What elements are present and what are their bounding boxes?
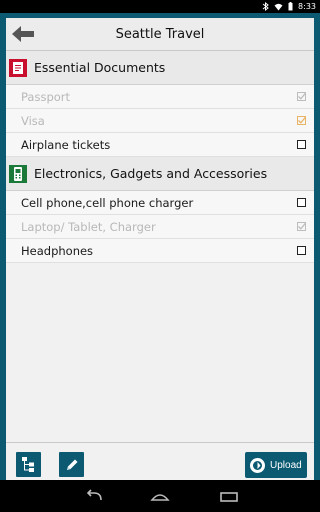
upload-button[interactable]: Upload [245, 452, 307, 478]
section-title: Electronics, Gadgets and Accessories [34, 166, 268, 181]
item-label: Laptop/ Tablet, Charger [21, 219, 156, 234]
header: Seattle Travel [6, 18, 314, 51]
bluetooth-icon [262, 2, 269, 11]
hierarchy-icon [22, 457, 34, 472]
item-label: Visa [21, 113, 45, 128]
status-bar: 8:33 [0, 0, 320, 13]
section-electronics[interactable]: Electronics, Gadgets and Accessories [6, 157, 314, 191]
document-icon [8, 58, 28, 78]
checkbox-unchecked[interactable] [297, 198, 306, 207]
checkbox-unchecked[interactable] [297, 246, 306, 255]
clock: 8:33 [298, 2, 316, 11]
list-item[interactable]: Headphones [6, 239, 314, 263]
pencil-icon [66, 459, 77, 470]
upload-logo-icon [250, 457, 265, 473]
edit-button[interactable] [59, 452, 84, 477]
checklist: Essential Documents Passport Visa Airpla… [6, 51, 314, 263]
item-label: Headphones [21, 243, 94, 258]
item-label: Airplane tickets [21, 137, 111, 152]
upload-label: Upload [270, 459, 302, 471]
home-nav-icon[interactable] [149, 488, 171, 504]
list-item[interactable]: Laptop/ Tablet, Charger [6, 215, 314, 239]
back-nav-icon[interactable] [83, 488, 105, 504]
section-essential-documents[interactable]: Essential Documents [6, 51, 314, 85]
app-window: Seattle Travel Essential Documents Passp… [6, 18, 314, 480]
navigation-bar [0, 480, 320, 512]
tree-view-button[interactable] [16, 452, 41, 477]
back-arrow-icon[interactable] [10, 23, 36, 45]
checkbox-checked[interactable] [297, 116, 306, 125]
item-label: Passport [21, 89, 71, 104]
list-item[interactable]: Visa [6, 109, 314, 133]
list-item[interactable]: Airplane tickets [6, 133, 314, 157]
section-title: Essential Documents [34, 60, 166, 75]
checkbox-unchecked[interactable] [297, 140, 306, 149]
phone-icon [8, 164, 28, 184]
bottom-toolbar: Upload [6, 442, 314, 480]
list-item[interactable]: Cell phone,cell phone charger [6, 191, 314, 215]
page-title: Seattle Travel [115, 27, 205, 42]
status-icons: 8:33 [262, 0, 316, 13]
checkbox-checked[interactable] [297, 222, 306, 231]
battery-icon [288, 2, 293, 11]
item-label: Cell phone,cell phone charger [21, 195, 194, 210]
list-item[interactable]: Passport [6, 85, 314, 109]
recents-nav-icon[interactable] [218, 488, 240, 504]
wifi-icon [274, 3, 283, 11]
checkbox-checked[interactable] [297, 92, 306, 101]
